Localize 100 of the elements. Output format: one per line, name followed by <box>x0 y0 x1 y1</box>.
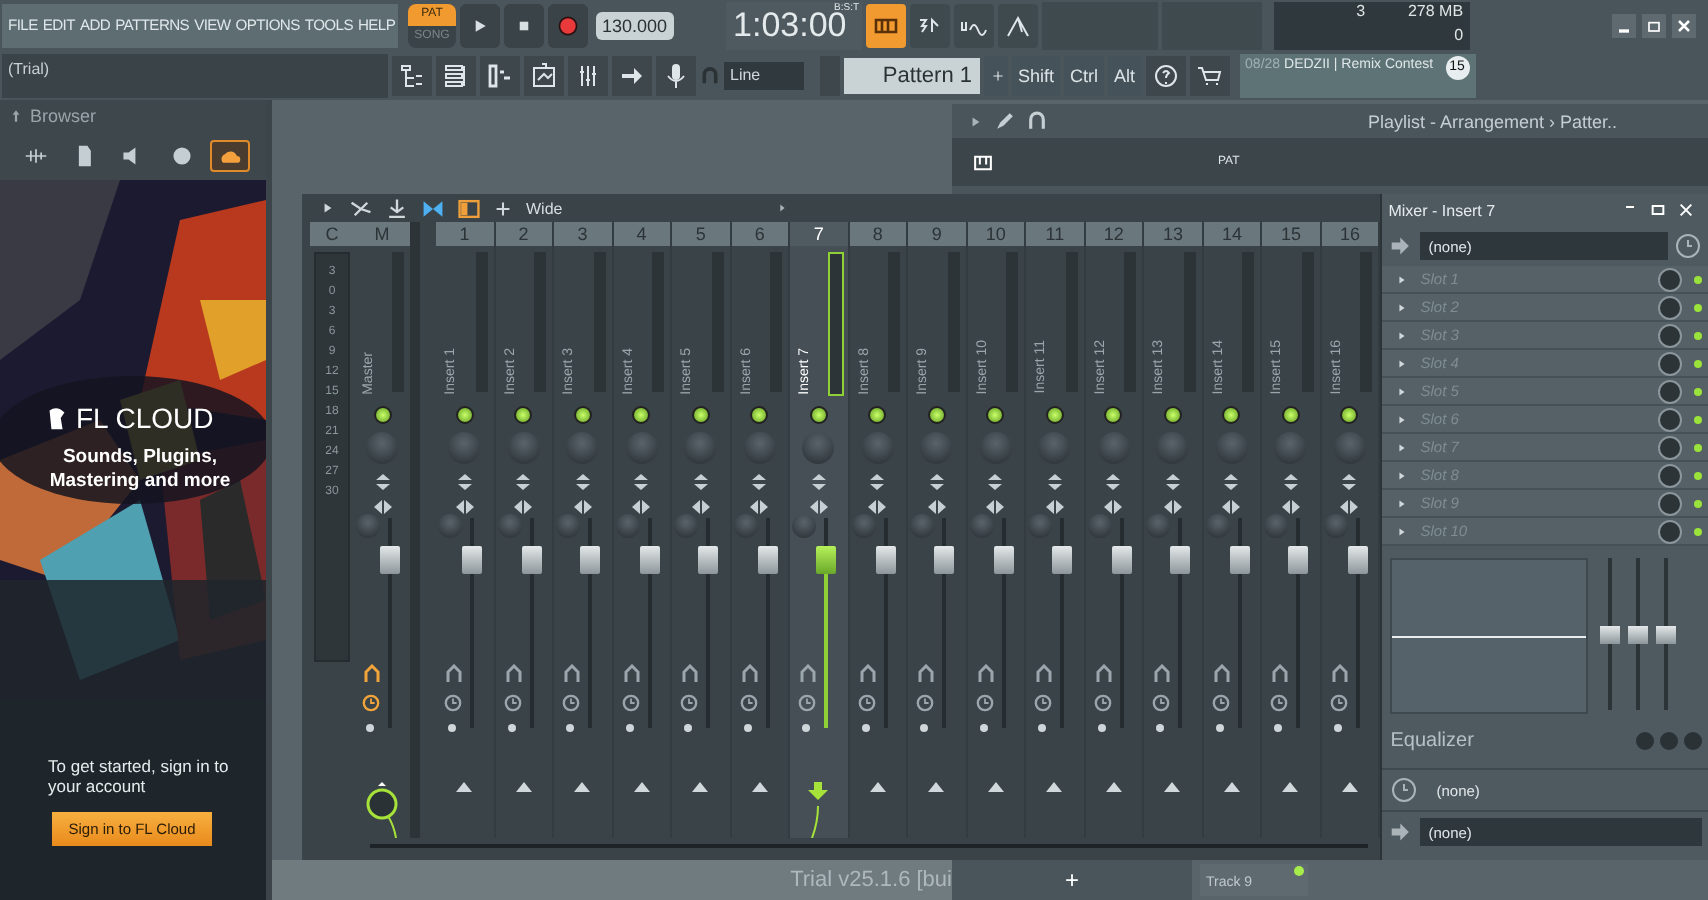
clock-icon[interactable] <box>975 694 994 712</box>
leftright-arrows-icon[interactable] <box>455 500 474 514</box>
send-arrow-icon[interactable] <box>987 782 1004 792</box>
clock-icon[interactable] <box>1390 776 1419 804</box>
updown-arrows-icon[interactable] <box>1106 474 1121 490</box>
fader-thumb[interactable] <box>379 546 400 575</box>
leftright-arrows-icon[interactable] <box>373 500 391 514</box>
select-dot[interactable] <box>1156 724 1165 732</box>
arrow-icon[interactable] <box>1396 385 1409 397</box>
arrow-icon[interactable] <box>1396 469 1409 481</box>
tempo-field[interactable]: 130.000 <box>596 11 674 39</box>
play-icon[interactable] <box>470 15 490 35</box>
route-icon[interactable] <box>1036 664 1053 682</box>
send-arrow-icon[interactable] <box>1282 782 1299 792</box>
mix-knob[interactable] <box>1658 491 1682 515</box>
leftright-arrows-icon[interactable] <box>1104 500 1123 514</box>
clock-icon[interactable] <box>444 694 462 712</box>
fader-thumb[interactable] <box>698 546 719 575</box>
mix-knob[interactable] <box>1658 463 1682 487</box>
arrow-icon[interactable] <box>1396 273 1409 285</box>
clock-icon[interactable] <box>1093 694 1112 712</box>
route-icon[interactable] <box>446 664 462 682</box>
mix-knob[interactable] <box>1658 407 1682 431</box>
updown-arrows-icon[interactable] <box>457 474 472 490</box>
route-icon[interactable] <box>1331 664 1348 682</box>
slider-thumb[interactable] <box>1600 625 1621 643</box>
select-dot[interactable] <box>684 724 693 732</box>
fader-thumb[interactable] <box>1111 546 1132 575</box>
route-icon[interactable] <box>364 664 380 682</box>
metronome-tile[interactable] <box>997 3 1038 47</box>
route-icon[interactable] <box>1272 664 1289 682</box>
mix-knob[interactable] <box>1658 323 1682 347</box>
fader-thumb[interactable] <box>639 546 660 575</box>
updown-arrows-icon[interactable] <box>575 474 590 490</box>
fader-thumb[interactable] <box>1170 546 1191 575</box>
leftright-arrows-icon[interactable] <box>632 500 651 514</box>
updown-arrows-icon[interactable] <box>375 474 389 490</box>
fader-thumb[interactable] <box>580 546 601 575</box>
slot-led[interactable] <box>1694 415 1702 423</box>
clock-icon[interactable] <box>857 694 876 712</box>
caret-icon[interactable] <box>776 202 789 214</box>
fader-thumb[interactable] <box>757 546 778 575</box>
updown-arrows-icon[interactable] <box>1165 474 1180 490</box>
mute-led[interactable] <box>809 406 828 424</box>
route-icon[interactable] <box>741 664 758 682</box>
leftright-arrows-icon[interactable] <box>986 500 1005 514</box>
mix-knob[interactable] <box>1658 295 1682 319</box>
leftright-arrows-icon[interactable] <box>750 500 769 514</box>
mute-led[interactable] <box>455 406 474 424</box>
mute-led[interactable] <box>868 406 887 424</box>
leftright-arrows-icon[interactable] <box>1045 500 1064 514</box>
updown-arrows-icon[interactable] <box>811 474 826 490</box>
send-arrow-icon[interactable] <box>928 782 945 792</box>
send-arrow-icon[interactable] <box>808 782 829 838</box>
arrow-icon[interactable] <box>1396 329 1409 341</box>
updown-arrows-icon[interactable] <box>929 474 944 490</box>
slot-led[interactable] <box>1694 499 1702 507</box>
select-dot[interactable] <box>566 724 575 732</box>
select-dot[interactable] <box>1215 724 1224 732</box>
leftright-arrows-icon[interactable] <box>573 500 592 514</box>
slot-led[interactable] <box>1694 359 1702 367</box>
updown-arrows-icon[interactable] <box>693 474 708 490</box>
send-arrow-icon[interactable] <box>1046 782 1063 792</box>
slot-led[interactable] <box>1694 275 1702 283</box>
mute-led[interactable] <box>1104 406 1123 424</box>
add-track-button[interactable]: + <box>952 860 1192 900</box>
fader-thumb[interactable] <box>521 546 542 575</box>
select-dot[interactable] <box>625 724 634 732</box>
clock-icon[interactable] <box>1674 232 1702 260</box>
mute-led[interactable] <box>691 406 710 424</box>
clock-icon[interactable] <box>1152 694 1171 712</box>
clock-icon[interactable] <box>1211 694 1230 712</box>
route-icon[interactable] <box>623 664 640 682</box>
select-dot[interactable] <box>743 724 752 732</box>
modifier-key[interactable]: Ctrl <box>1064 55 1105 95</box>
modifier-key[interactable]: Alt <box>1108 55 1142 95</box>
slot-led[interactable] <box>1694 387 1702 395</box>
restore-icon[interactable] <box>1650 202 1666 218</box>
arrow-icon[interactable] <box>1396 441 1409 453</box>
mute-led[interactable] <box>1281 406 1300 424</box>
record-button[interactable] <box>548 3 588 47</box>
clock-icon[interactable] <box>503 694 522 712</box>
clock-icon[interactable] <box>680 694 699 712</box>
fader-thumb[interactable] <box>875 546 896 575</box>
fader-thumb[interactable] <box>934 546 955 575</box>
updown-arrows-icon[interactable] <box>1283 474 1298 490</box>
arrow-icon[interactable] <box>1396 497 1409 509</box>
slider-thumb[interactable] <box>1656 625 1677 643</box>
select-dot[interactable] <box>1274 724 1283 732</box>
plus-icon[interactable] <box>494 199 512 217</box>
leftright-arrows-icon[interactable] <box>1163 500 1182 514</box>
send-arrow-icon[interactable] <box>751 782 768 792</box>
clock-icon[interactable] <box>739 694 758 712</box>
arrow-icon[interactable] <box>1396 413 1409 425</box>
slot-led[interactable] <box>1694 527 1702 535</box>
mute-led[interactable] <box>373 406 391 424</box>
select-dot[interactable] <box>1038 724 1047 732</box>
leftright-arrows-icon[interactable] <box>868 500 887 514</box>
leftright-arrows-icon[interactable] <box>1222 500 1241 514</box>
close-icon[interactable] <box>1678 202 1694 218</box>
